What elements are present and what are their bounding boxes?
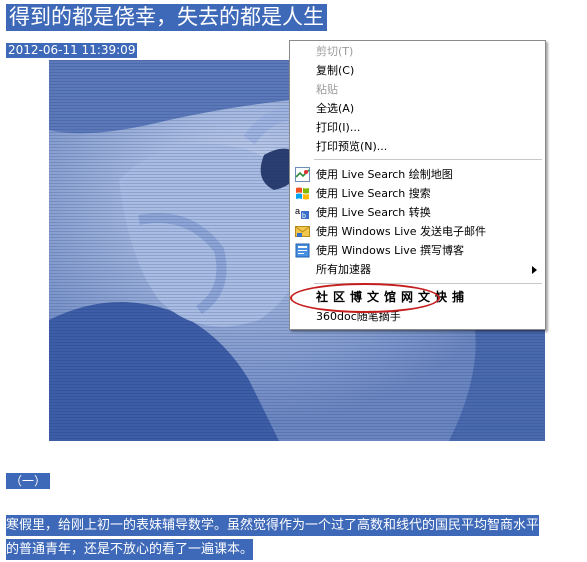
map-icon (295, 167, 310, 182)
menu-item-label: 复制(C) (316, 64, 355, 77)
menu-item-live-translate[interactable]: a b 使用 Live Search 转换 (290, 203, 545, 222)
blog-icon (295, 243, 310, 258)
menu-item-label: 使用 Windows Live 发送电子邮件 (316, 225, 487, 238)
submenu-arrow-icon (532, 266, 537, 274)
menu-item-live-blog[interactable]: 使用 Windows Live 撰写博客 (290, 241, 545, 260)
menu-separator (314, 159, 542, 160)
menu-item-label: 剪切(T) (316, 45, 354, 58)
menu-item-grab[interactable]: 社区博文馆网文快捕 (290, 288, 545, 307)
menu-item-label: 360doc随笔摘手 (316, 310, 401, 323)
section-heading: （一） (6, 473, 51, 489)
menu-item-live-map[interactable]: 使用 Live Search 绘制地图 (290, 165, 545, 184)
menu-item-label: 打印(I)... (316, 121, 361, 134)
menu-item-print[interactable]: 打印(I)... (290, 118, 545, 137)
article-date: 2012-06-11 11:39:09 (6, 43, 138, 58)
menu-item-paste[interactable]: 粘贴 (290, 80, 545, 99)
windows-flag-icon (296, 187, 309, 200)
menu-item-accelerators[interactable]: 所有加速器 (290, 260, 545, 279)
menu-item-select-all[interactable]: 全选(A) (290, 99, 545, 118)
menu-item-live-email[interactable]: 使用 Windows Live 发送电子邮件 (290, 222, 545, 241)
menu-separator (314, 283, 542, 284)
context-menu: 剪切(T) 复制(C) 粘贴 全选(A) 打印(I)... 打印预览(N)...… (289, 40, 546, 330)
svg-text:a: a (295, 206, 300, 216)
menu-item-label: 社区博文馆网文快捕 (316, 290, 470, 304)
menu-item-label: 全选(A) (316, 102, 355, 115)
menu-item-label: 使用 Live Search 转换 (316, 206, 431, 219)
article-title: 得到的都是侥幸，失去的都是人生 (6, 4, 327, 31)
menu-item-label: 使用 Live Search 绘制地图 (316, 168, 453, 181)
menu-item-print-preview[interactable]: 打印预览(N)... (290, 137, 545, 156)
menu-item-label: 打印预览(N)... (316, 140, 388, 153)
menu-item-label: 使用 Live Search 搜索 (316, 187, 431, 200)
menu-item-label: 使用 Windows Live 撰写博客 (316, 244, 465, 257)
menu-item-cut[interactable]: 剪切(T) (290, 42, 545, 61)
menu-item-note[interactable]: 360doc随笔摘手 (290, 307, 545, 326)
menu-item-live-search[interactable]: 使用 Live Search 搜索 (290, 184, 545, 203)
menu-item-label: 粘贴 (316, 83, 338, 96)
article-paragraph: 寒假里，给刚上初一的表妹辅导数学。虽然觉得作为一个过了高数和线代的国民平均智商水… (6, 514, 586, 562)
svg-text:b: b (302, 213, 306, 220)
paragraph-line-2: 的普通青年，还是不放心的看了一遍课本。 (6, 539, 254, 560)
email-icon (295, 226, 310, 237)
paragraph-line-1: 寒假里，给刚上初一的表妹辅导数学。虽然觉得作为一个过了高数和线代的国民平均智商水… (6, 515, 540, 536)
menu-item-copy[interactable]: 复制(C) (290, 61, 545, 80)
translate-icon: a b (295, 206, 309, 220)
menu-item-label: 所有加速器 (316, 263, 371, 276)
